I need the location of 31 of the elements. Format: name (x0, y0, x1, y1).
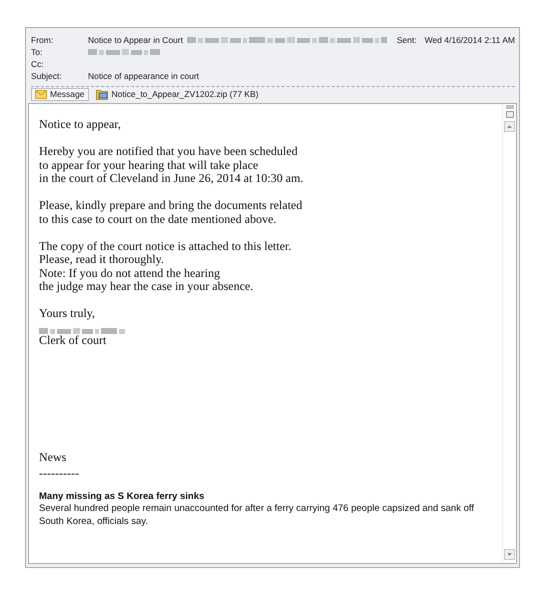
envelope-icon (35, 90, 47, 99)
news-summary: Several hundred people remain unaccounted for after a ferry carrying 476 people capsized and sank off South Korea, officials say. (39, 503, 475, 528)
news-heading: News (39, 450, 66, 464)
body-text: to appear for your hearing that will take place (39, 158, 258, 172)
news-headline: Many missing as S Korea ferry sinks (39, 490, 206, 503)
split-grip-icon[interactable] (504, 105, 514, 119)
field-label: Cc: (31, 58, 45, 70)
sent-date: Wed 4/16/2014 2:11 AM (424, 34, 515, 46)
body-text: Note: If you do not attend the hearing (39, 266, 220, 280)
attachment-link[interactable]: Notice_to_Appear_ZV1202.zip (77 KB) (92, 88, 262, 101)
signature-closing: Yours truly, (39, 307, 96, 320)
message-tab[interactable]: Message (31, 88, 88, 101)
body-text: the judge may hear the case in your absence. (39, 280, 254, 294)
scroll-up-icon[interactable] (504, 121, 515, 132)
field-label: To: (31, 46, 44, 58)
body-text: Please, kindly prepare and bring the documents related (39, 199, 302, 212)
field-value: Notice to Appear in Court (88, 34, 183, 46)
body-text: Notice to appear, (39, 118, 121, 132)
body-text: Please, read it thoroughly. (39, 253, 164, 266)
news-separator: ---------- (39, 467, 79, 480)
body-text: The copy of the court notice is attached to this letter. (39, 240, 292, 253)
body-text: to this case to court on the date mentioned above. (39, 212, 276, 226)
field-label: From: (31, 34, 54, 46)
sent-label: Sent: (396, 34, 417, 46)
body-text: in the court of Cleveland in June 26, 2014 at 10:30 am. (39, 172, 304, 186)
scroll-down-icon[interactable] (504, 549, 515, 560)
field-value: Notice of appearance in court (88, 70, 200, 82)
zip-file-icon (96, 89, 108, 100)
signature-title: Clerk of court (39, 334, 106, 348)
body-text: Hereby you are notified that you have been scheduled (39, 145, 298, 158)
field-label: Subject: (31, 70, 63, 82)
